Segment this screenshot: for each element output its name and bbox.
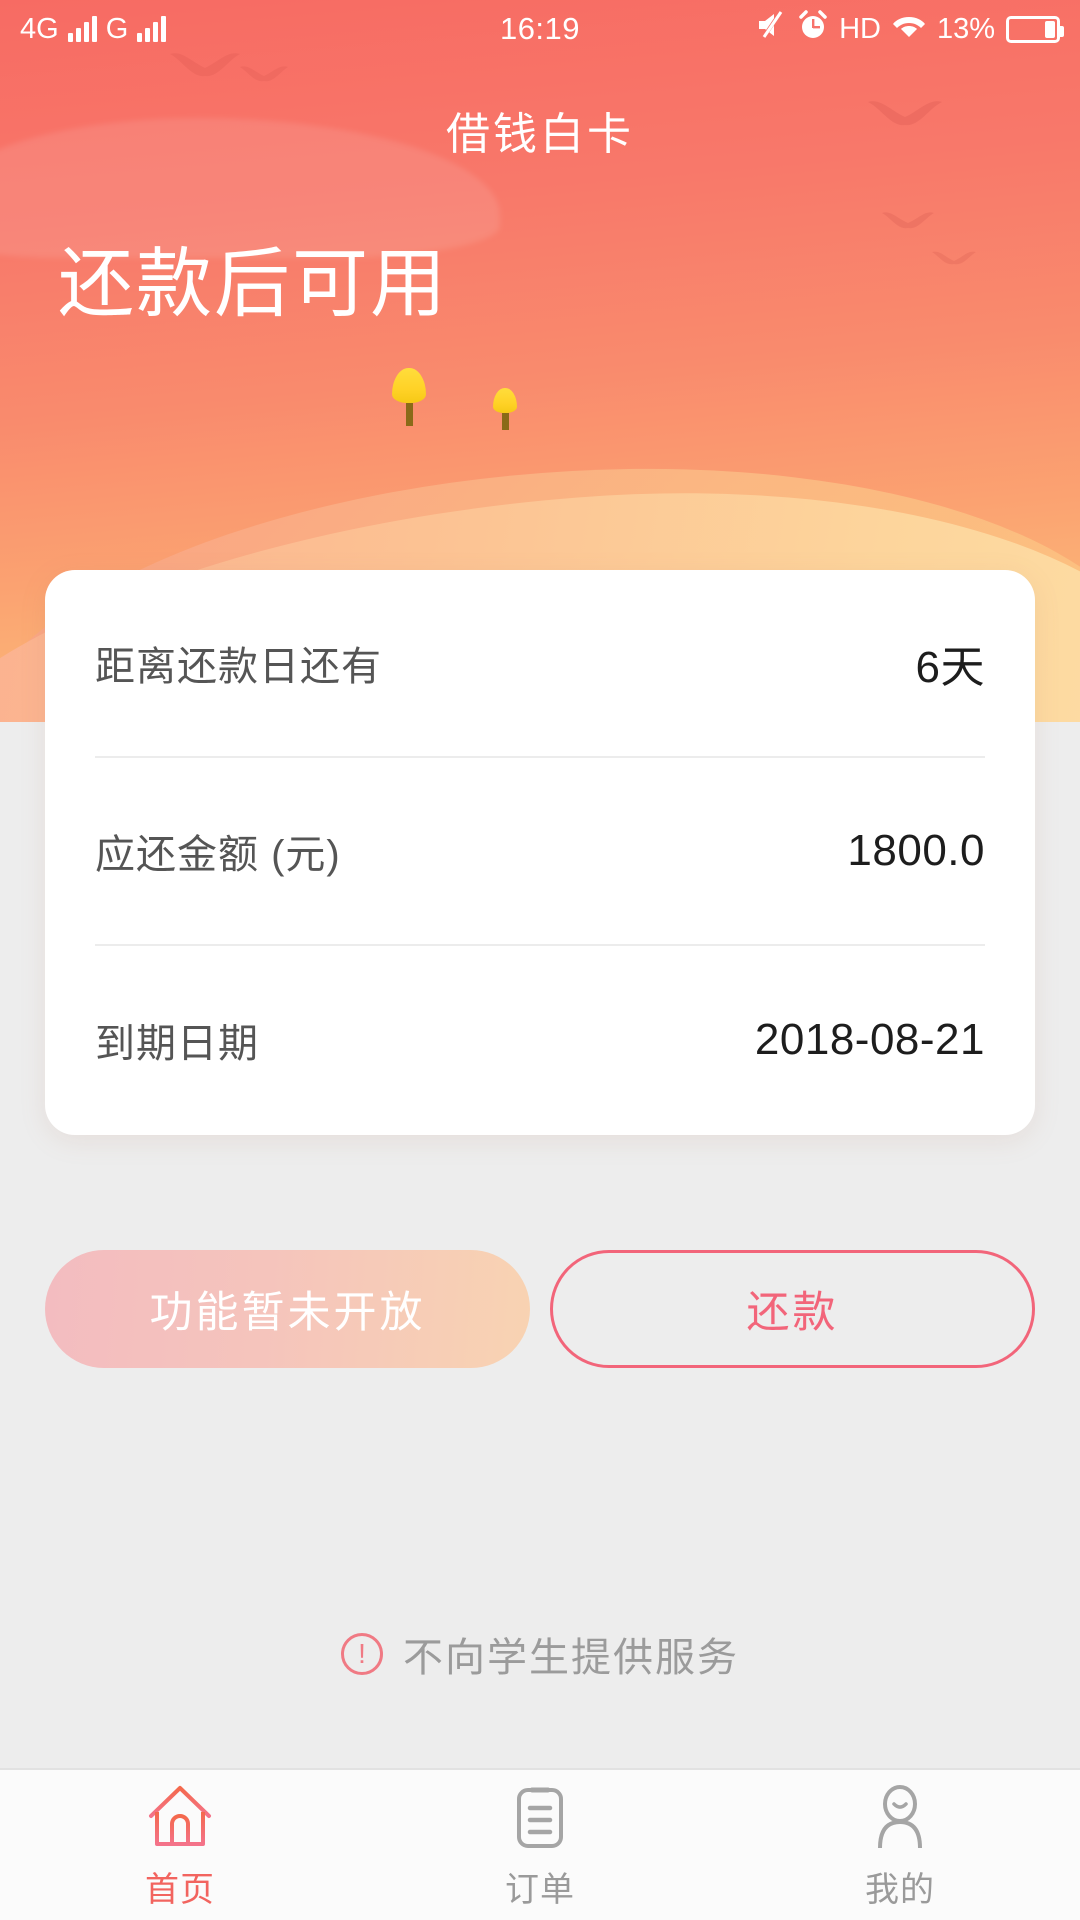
tree-icon <box>392 368 426 427</box>
tab-profile[interactable]: 我的 <box>720 1770 1080 1920</box>
tab-home[interactable]: 首页 <box>0 1770 360 1920</box>
tab-orders[interactable]: 订单 <box>360 1770 720 1920</box>
bird-icon <box>238 62 290 86</box>
mute-icon <box>755 10 787 48</box>
table-row: 到期日期 2018-08-21 <box>95 946 985 1134</box>
row-label-days-remaining: 距离还款日还有 <box>95 645 382 689</box>
tab-label-profile: 我的 <box>865 1870 935 1909</box>
page-title: 借钱白卡 <box>446 110 634 159</box>
feature-unavailable-button: 功能暂未开放 <box>45 1250 530 1368</box>
repayment-info-card: 距离还款日还有 6天 应还金额 (元) 1800.0 到期日期 2018-08-… <box>45 570 1035 1135</box>
battery-percent-label: 13% <box>936 12 995 45</box>
status-bar: 4G G 16:19 HD 13% <box>0 0 1080 58</box>
profile-person-icon <box>868 1780 932 1854</box>
app-screen: 4G G 16:19 HD 13% 借钱白卡 还款后可用 距离还款日还有 6天 … <box>0 0 1080 1920</box>
alarm-clock-icon <box>798 10 828 48</box>
battery-icon <box>1006 15 1064 43</box>
bird-icon <box>880 208 936 232</box>
row-label-amount-due: 应还金额 (元) <box>95 833 341 877</box>
status-bar-right: HD 13% <box>755 10 1064 48</box>
row-value-amount-due: 1800.0 <box>847 826 985 875</box>
row-value-days-remaining: 6天 <box>915 643 985 692</box>
table-row: 距离还款日还有 6天 <box>95 570 985 758</box>
hd-icon: HD <box>839 12 881 45</box>
orders-document-icon <box>510 1780 570 1854</box>
tab-label-orders: 订单 <box>505 1870 575 1909</box>
wifi-icon <box>892 11 926 47</box>
student-notice-text: 不向学生提供服务 <box>403 1636 739 1680</box>
tree-icon <box>493 388 517 430</box>
row-label-due-date: 到期日期 <box>95 1022 259 1066</box>
exclamation-circle-icon: ! <box>341 1633 383 1675</box>
bottom-tab-bar: 首页 订单 我的 <box>0 1768 1080 1920</box>
repay-button[interactable]: 还款 <box>550 1250 1035 1368</box>
hero-headline: 还款后可用 <box>58 242 448 327</box>
action-buttons: 功能暂未开放 还款 <box>45 1250 1035 1370</box>
bird-icon <box>930 248 978 268</box>
row-value-due-date: 2018-08-21 <box>754 1015 985 1064</box>
student-notice: ! 不向学生提供服务 <box>0 1625 1080 1683</box>
tab-label-home: 首页 <box>145 1870 215 1909</box>
table-row: 应还金额 (元) 1800.0 <box>95 758 985 946</box>
home-icon <box>143 1780 217 1854</box>
